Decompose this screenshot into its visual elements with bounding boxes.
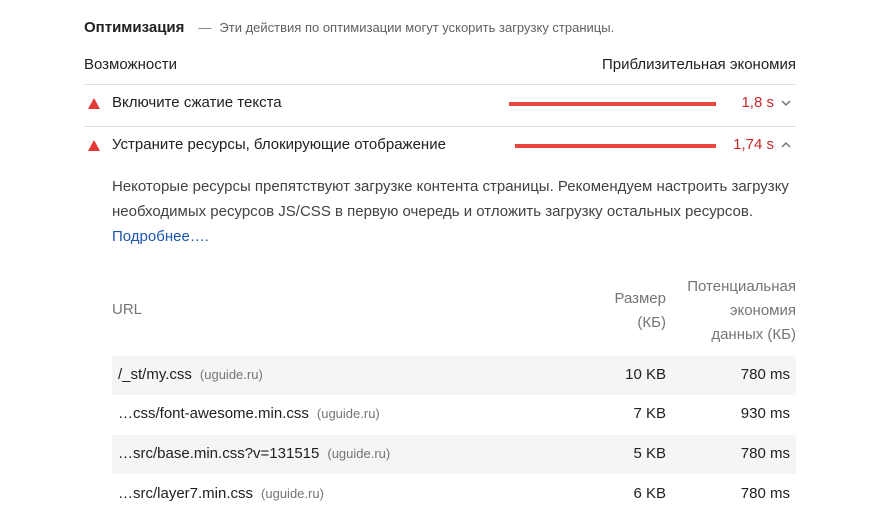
resource-url[interactable]: …src/layer7.min.css (uguide.ru) <box>118 485 324 502</box>
url-host: (uguide.ru) <box>199 367 263 382</box>
table-row: …src/base.min.css?v=131515 (uguide.ru) 5 … <box>112 435 796 474</box>
url-column-header: URL <box>112 301 143 318</box>
url-path: /_st/my.css <box>118 366 192 383</box>
table-row: …css/font-awesome.min.css (uguide.ru) 7 K… <box>112 395 796 434</box>
resource-url[interactable]: …src/base.min.css?v=131515 (uguide.ru) <box>118 445 390 462</box>
estimated-savings-column-label: Приблизительная экономия <box>601 56 796 73</box>
resource-size: 10 KB <box>625 366 666 383</box>
savings-bar <box>515 144 716 148</box>
url-host: (uguide.ru) <box>316 406 380 421</box>
resource-savings: 780 ms <box>740 485 790 502</box>
opportunities-column-label: Возможности <box>84 56 177 73</box>
size-column-header: Размер (КБ) <box>586 287 666 335</box>
resource-savings: 780 ms <box>740 366 790 383</box>
savings-header-line: экономия <box>729 302 796 319</box>
savings-header-line: Потенциальная <box>687 278 796 295</box>
resource-url[interactable]: /_st/my.css (uguide.ru) <box>118 366 263 383</box>
chevron-up-icon[interactable] <box>778 137 794 153</box>
warning-triangle-icon <box>88 140 100 151</box>
resource-size: 5 KB <box>633 445 666 462</box>
url-path: …css/font-awesome.min.css <box>118 405 309 422</box>
audit-title: Устраните ресурсы, блокирующие отображен… <box>112 136 446 153</box>
resource-size: 7 KB <box>633 405 666 422</box>
audit-text-compression[interactable]: Включите сжатие текста 1,8 s <box>84 84 796 124</box>
url-path: …src/layer7.min.css <box>118 485 254 502</box>
audit-description-text: Некоторые ресурсы препятствуют загрузке … <box>112 178 789 220</box>
audit-savings: 1,74 s <box>733 136 774 153</box>
size-header-line: (КБ) <box>637 314 666 331</box>
table-header: URL Размер (КБ) Потенциальная экономия д… <box>112 275 796 351</box>
learn-more-link[interactable]: Подробнее…. <box>112 228 209 245</box>
resources-table: URL Размер (КБ) Потенциальная экономия д… <box>112 275 796 502</box>
savings-bar <box>509 102 716 106</box>
audit-description: Некоторые ресурсы препятствуют загрузке … <box>112 174 796 249</box>
resource-savings: 780 ms <box>740 445 790 462</box>
section-description-text: Эти действия по оптимизации могут ускори… <box>219 19 615 35</box>
savings-column-header: Потенциальная экономия данных (КБ) <box>666 275 796 347</box>
resource-size: 6 KB <box>633 485 666 502</box>
chevron-down-icon[interactable] <box>778 95 794 111</box>
size-header-line: Размер <box>614 290 666 307</box>
url-path: …src/base.min.css?v=131515 <box>118 445 320 462</box>
section-description: — Эти действия по оптимизации могут ускор… <box>198 20 614 35</box>
resource-url[interactable]: …css/font-awesome.min.css (uguide.ru) <box>118 405 380 422</box>
section-title: Оптимизация <box>84 18 185 36</box>
section-dash: — <box>198 19 212 35</box>
savings-header-line: данных (КБ) <box>711 326 796 343</box>
audit-title: Включите сжатие текста <box>112 94 282 111</box>
url-host: (uguide.ru) <box>327 446 391 461</box>
warning-triangle-icon <box>88 98 100 109</box>
audit-savings: 1,8 s <box>741 94 774 111</box>
url-host: (uguide.ru) <box>261 486 324 501</box>
audit-render-blocking-resources[interactable]: Устраните ресурсы, блокирующие отображен… <box>84 126 796 166</box>
column-headers: Возможности Приблизительная экономия <box>84 56 796 76</box>
table-row: /_st/my.css (uguide.ru) 10 KB 780 ms <box>112 356 796 395</box>
section-header: Оптимизация — Эти действия по оптимизации… <box>84 16 614 38</box>
resource-savings: 930 ms <box>740 405 790 422</box>
